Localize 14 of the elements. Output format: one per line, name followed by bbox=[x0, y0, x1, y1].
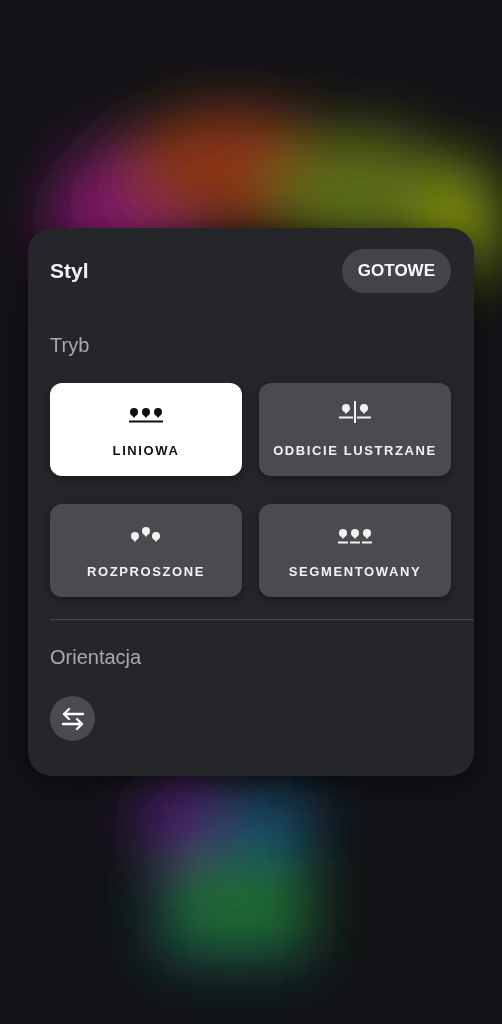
swap-arrows-button[interactable] bbox=[50, 696, 95, 741]
panel-title: Styl bbox=[50, 259, 89, 283]
pins-on-segments-icon bbox=[337, 528, 373, 544]
mode-tile[interactable]: SEGMENTOWANY bbox=[259, 504, 451, 597]
done-button[interactable]: GOTOWE bbox=[341, 249, 451, 293]
mirrored-pins-icon bbox=[338, 401, 372, 423]
swap-arrows-icon bbox=[60, 707, 85, 730]
section-label: Tryb bbox=[50, 334, 91, 357]
mode-tile[interactable]: ROZPROSZONE bbox=[50, 504, 242, 597]
mode-tile[interactable]: LINIOWA bbox=[50, 383, 242, 476]
scattered-pins-icon bbox=[130, 526, 162, 544]
section-label: Orientacja bbox=[50, 646, 143, 669]
mode-tile[interactable]: ODBICIE LUSTRZANE bbox=[259, 383, 451, 476]
pins-on-line-icon bbox=[128, 407, 164, 423]
